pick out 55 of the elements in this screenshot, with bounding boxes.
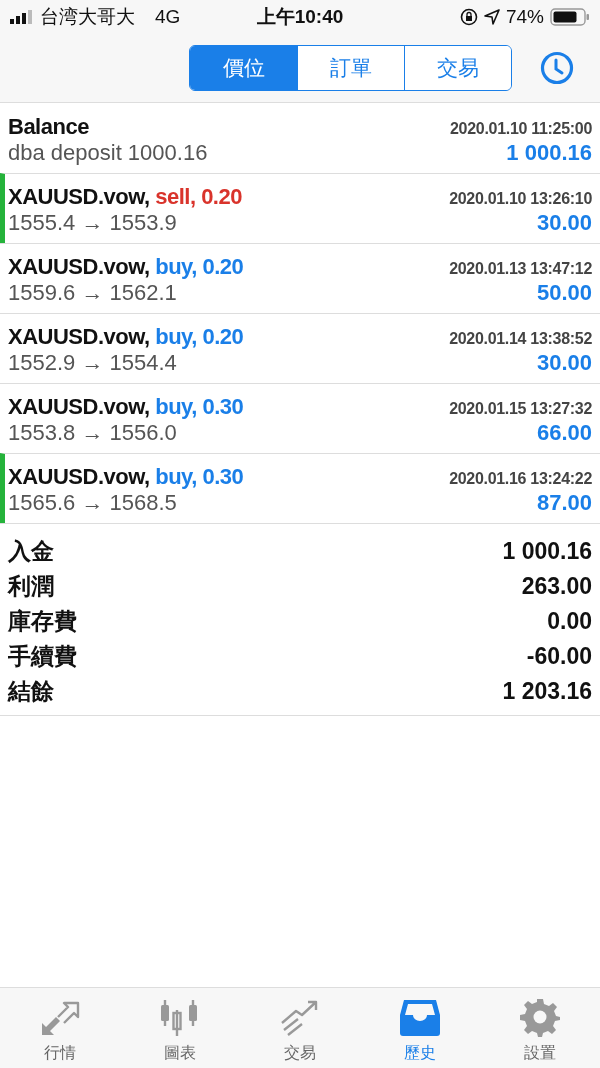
deal-time: 2020.01.14 13:38:52 [449,330,592,348]
segment-tab[interactable]: 訂單 [297,46,404,90]
deal-time: 2020.01.13 13:47:12 [449,260,592,278]
deal-title: XAUUSD.vow, buy, 0.20 [8,254,244,280]
location-icon [483,9,500,25]
tab-bar-item[interactable]: 圖表 [120,988,240,1068]
summary-value: -60.00 [526,643,592,670]
deal-profit: 87.00 [536,490,592,516]
deal-profit: 50.00 [536,280,592,306]
deal-detail: 1553.8 → 1556.0 [8,420,177,446]
summary-label: 入金 [8,537,54,566]
deal-title: XAUUSD.vow, buy, 0.30 [8,394,244,420]
gear-icon [520,997,560,1037]
deal-title: XAUUSD.vow, buy, 0.20 [8,324,244,350]
summary-value: 0.00 [547,608,592,635]
deal-time: 2020.01.10 11:25:00 [450,119,592,138]
summary-label: 利潤 [8,572,54,601]
deal-title: XAUUSD.vow, buy, 0.30 [8,464,244,490]
tab-bar-item[interactable]: 行情 [0,988,120,1068]
deal-title: XAUUSD.vow, sell, 0.20 [8,184,242,210]
clock-icon[interactable] [540,51,574,85]
deal-detail: 1555.4 → 1553.9 [8,210,177,236]
summary-label: 庫存費 [8,607,77,636]
carrier-name: 台湾大哥大 [40,5,135,29]
summary-value: 1 000.16 [502,538,592,565]
battery-percent: 74% [505,6,544,28]
tab-bar-item[interactable]: 歷史 [360,988,480,1068]
network-type: 4G [155,6,181,28]
deal-row[interactable]: XAUUSD.vow, buy, 0.30 2020.01.16 13:24:22 1565.6 → 1568.5 87.00 [0,453,600,523]
tab-bar-item[interactable]: 設置 [480,988,600,1068]
segment-tab[interactable]: 價位 [190,46,297,90]
deal-profit: 30.00 [536,350,592,376]
deal-profit: 66.00 [536,420,592,446]
deal-time: 2020.01.16 13:24:22 [449,470,592,488]
deal-detail: 1559.6 → 1562.1 [8,280,177,306]
deal-profit: 30.00 [536,210,592,236]
tab-bar-item[interactable]: 交易 [240,988,360,1068]
deal-detail: dba deposit 1000.16 [8,139,208,166]
battery-icon [550,8,590,26]
deal-detail: 1552.9 → 1554.4 [8,350,177,376]
segment-tab[interactable]: 交易 [404,46,511,90]
deal-title: Balance [8,113,89,140]
deal-time: 2020.01.15 13:27:32 [449,400,592,418]
clock-time: 上午10:40 [256,5,344,29]
signal-icon [10,10,34,24]
deal-time: 2020.01.10 13:26:10 [449,190,592,208]
deal-detail: 1565.6 → 1568.5 [8,490,177,516]
summary-label: 結餘 [8,677,54,706]
rotation-lock-icon [459,8,478,26]
summary-label: 手續費 [8,642,77,671]
summary-value: 263.00 [521,573,592,600]
deal-profit: 1 000.16 [506,139,592,166]
deal-row[interactable]: XAUUSD.vow, sell, 0.20 2020.01.10 13:26:10 1555.4 → 1553.9 30.00 [0,173,600,243]
inbox-icon [398,999,442,1037]
summary-value: 1 203.16 [502,678,592,705]
